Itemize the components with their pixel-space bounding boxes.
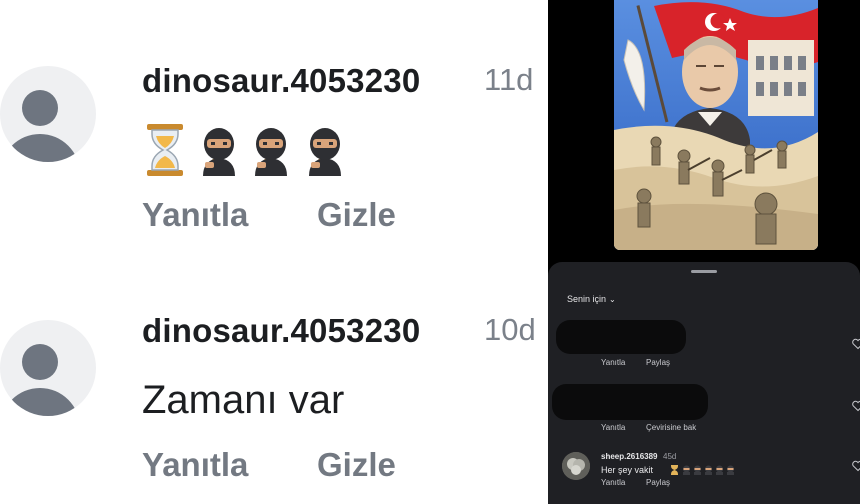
hide-button[interactable]: Gizle xyxy=(317,196,396,234)
heart-icon[interactable] xyxy=(852,400,860,412)
reply-button[interactable]: Yanıtla xyxy=(601,358,625,367)
comment-thread-panel: dinosaur.4053230 11d Yanıtla Gizle dinos… xyxy=(0,0,548,504)
comment-item: dinosaur.4053230 11d Yanıtla Gizle xyxy=(0,0,548,250)
ninja-emoji xyxy=(727,465,734,475)
ninja-emoji xyxy=(683,465,690,475)
video-comments-screenshot: Senin için ⌄ Yanıtla Paylaş Yanıtla Çevir… xyxy=(548,0,860,504)
painting-illustration xyxy=(614,0,818,250)
comment-time: 11d xyxy=(484,62,534,97)
comment-sort-dropdown[interactable]: Senin için ⌄ xyxy=(567,294,616,304)
comment-time: 10d xyxy=(484,312,536,347)
comment-sort-label: Senin için xyxy=(567,294,607,304)
share-button[interactable]: Paylaş xyxy=(646,358,670,367)
painting-image xyxy=(614,0,818,250)
comment-item: dinosaur.4053230 10d Zamanı var Yanıtla … xyxy=(0,250,548,500)
reply-button[interactable]: Yanıtla xyxy=(142,446,248,484)
hide-button[interactable]: Gizle xyxy=(317,446,396,484)
comment-text: Zamanı var xyxy=(142,378,345,422)
see-translation-button[interactable]: Çevirisine bak xyxy=(646,423,696,432)
default-avatar-icon[interactable] xyxy=(0,66,96,162)
ninja-emoji xyxy=(203,128,235,176)
comment-username[interactable]: sheep.2616389 xyxy=(601,452,658,461)
ninja-emoji xyxy=(705,465,712,475)
hourglass-emoji xyxy=(671,465,678,475)
avatar-shoulders-shape xyxy=(0,388,80,416)
avatar-head-shape xyxy=(22,90,58,126)
avatar-shoulders-shape xyxy=(0,134,80,162)
comment-text: Her şey vakit xyxy=(601,465,654,475)
reply-button[interactable]: Yanıtla xyxy=(142,196,248,234)
hourglass-emoji xyxy=(147,124,183,176)
reply-button[interactable]: Yanıtla xyxy=(601,478,625,487)
chevron-down-icon: ⌄ xyxy=(609,295,616,304)
comment-username[interactable]: dinosaur.4053230 xyxy=(142,312,420,350)
ninja-emoji xyxy=(694,465,701,475)
heart-icon[interactable] xyxy=(852,460,860,472)
comment-username[interactable]: dinosaur.4053230 xyxy=(142,62,420,100)
comment-time: 45d xyxy=(663,452,677,461)
heart-icon[interactable] xyxy=(852,338,860,350)
comments-sheet: Senin için ⌄ Yanıtla Paylaş Yanıtla Çevir… xyxy=(548,262,860,504)
user-avatar[interactable] xyxy=(562,452,590,480)
avatar-head-shape xyxy=(22,344,58,380)
ninja-emoji xyxy=(716,465,723,475)
reply-button[interactable]: Yanıtla xyxy=(601,423,625,432)
redacted-area xyxy=(552,384,708,420)
ninja-emoji xyxy=(309,128,341,176)
ninja-emoji xyxy=(255,128,287,176)
redacted-area xyxy=(556,320,686,354)
sheep-avatar-icon xyxy=(562,452,590,480)
share-button[interactable]: Paylaş xyxy=(646,478,670,487)
sheet-drag-handle[interactable] xyxy=(691,270,717,273)
default-avatar-icon[interactable] xyxy=(0,320,96,416)
